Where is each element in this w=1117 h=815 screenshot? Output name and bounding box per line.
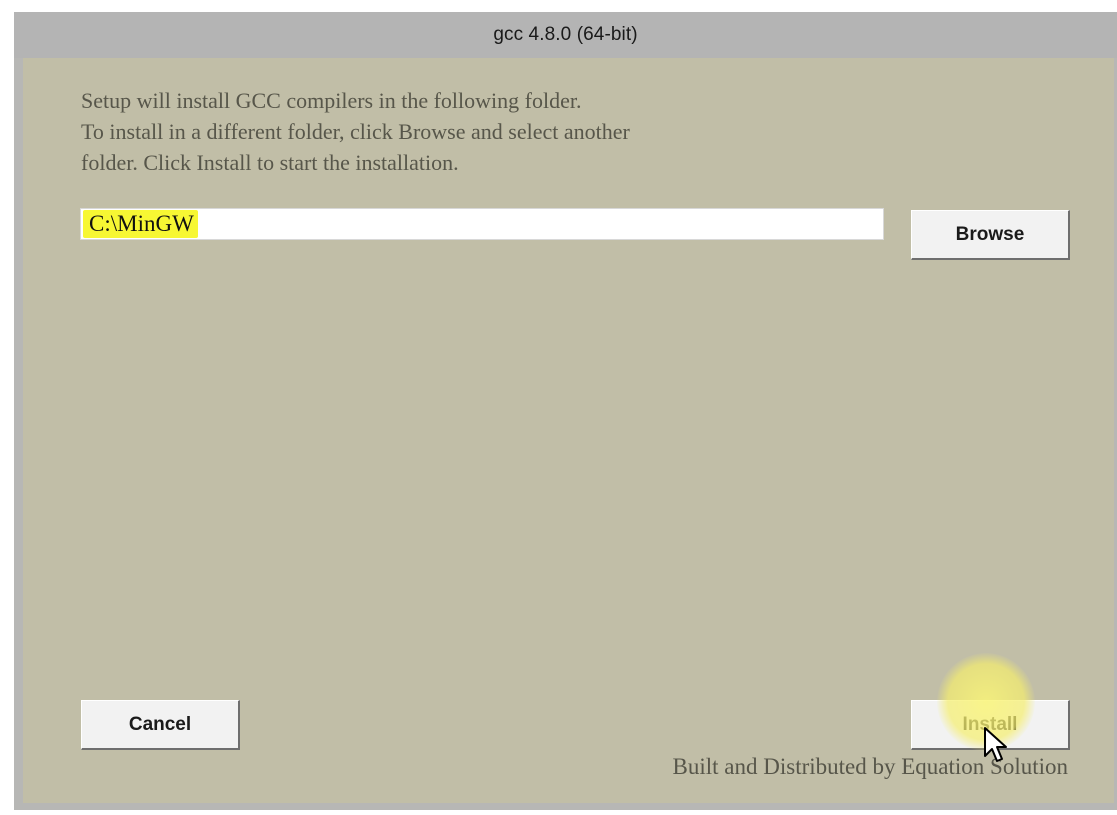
browse-button[interactable]: Browse: [911, 210, 1070, 260]
install-folder-input[interactable]: C:\MinGW: [80, 208, 884, 240]
desktop-edge: [0, 12, 14, 810]
footer-credit: Built and Distributed by Equation Soluti…: [672, 754, 1068, 779]
instructions-line-3: folder. Click Install to start the insta…: [81, 150, 459, 175]
window-title: gcc 4.8.0 (64-bit): [493, 24, 638, 45]
title-bar[interactable]: gcc 4.8.0 (64-bit): [14, 12, 1117, 58]
cancel-button[interactable]: Cancel: [81, 700, 240, 750]
install-folder-value: C:\MinGW: [83, 210, 198, 238]
install-instructions: Setup will install GCC compilers in the …: [81, 85, 981, 178]
installer-window: gcc 4.8.0 (64-bit) Setup will install GC…: [14, 12, 1117, 810]
installer-body: Setup will install GCC compilers in the …: [23, 58, 1114, 803]
install-button[interactable]: Install: [911, 700, 1070, 750]
instructions-line-1: Setup will install GCC compilers in the …: [81, 88, 582, 113]
instructions-line-2: To install in a different folder, click …: [81, 119, 630, 144]
